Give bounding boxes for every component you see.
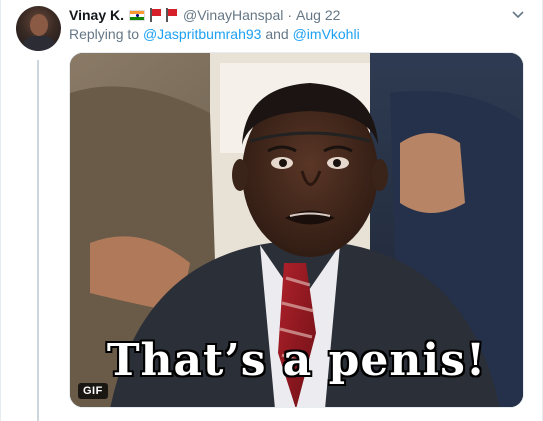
mention-imvkohli[interactable]: @imVkohli [293,26,360,42]
thread-line [37,60,39,421]
replying-to: Replying to @Jaspritbumrah93 and @imVkoh… [69,26,360,42]
chevron-down-icon[interactable] [510,7,526,23]
display-name[interactable]: Vinay K. [69,7,124,23]
avatar-body [22,36,56,51]
tweet[interactable]: Vinay K. @VinayHanspal · Aug 22 Replying… [0,0,543,421]
replying-prefix: Replying to [69,26,140,42]
gif-caption: That’s a penis! [106,335,487,386]
user-handle[interactable]: @VinayHanspal [183,7,283,23]
red-flag-icon [149,8,161,22]
tweet-date[interactable]: Aug 22 [296,7,340,23]
gif-media[interactable]: That’s a penis! GIF [69,52,524,408]
mention-jaspritbumrah93[interactable]: @Jaspritbumrah93 [143,26,262,42]
gif-badge: GIF [78,383,108,399]
red-flag-icon [165,8,177,22]
separator-dot: · [287,7,293,23]
tweet-header: Vinay K. @VinayHanspal · Aug 22 [69,5,526,25]
name-flags [129,8,177,22]
avatar[interactable] [16,6,61,51]
mention-joiner: and [265,26,289,42]
avatar-face [30,14,48,36]
india-flag-icon [129,9,145,21]
